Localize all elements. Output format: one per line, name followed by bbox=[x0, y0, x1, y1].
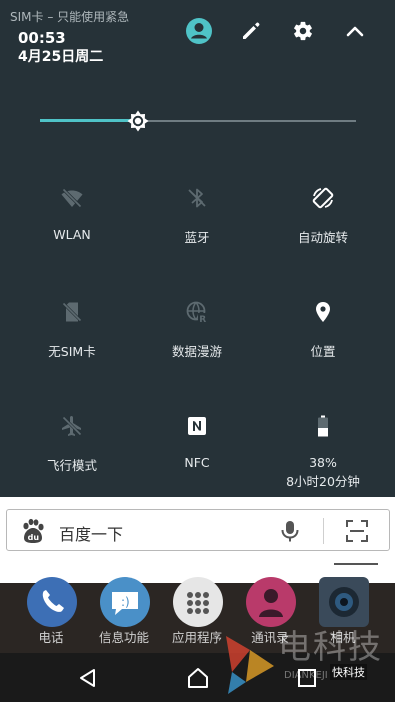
brightness-thumb[interactable] bbox=[126, 109, 150, 133]
camera-icon bbox=[319, 577, 369, 627]
bluetooth-off-icon bbox=[188, 188, 206, 208]
app-camera-label: 相机 bbox=[330, 630, 356, 645]
tile-location[interactable]: 位置 bbox=[263, 300, 383, 380]
tile-data-roaming[interactable]: R 数据漫游 bbox=[137, 300, 257, 380]
tile-bluetooth-label: 蓝牙 bbox=[184, 230, 210, 245]
edit-button[interactable] bbox=[236, 16, 266, 46]
panel-handle bbox=[334, 563, 378, 565]
back-icon bbox=[80, 669, 95, 687]
collapse-icon bbox=[346, 26, 364, 37]
recents-icon bbox=[298, 669, 316, 687]
search-divider bbox=[323, 518, 324, 544]
location-icon bbox=[316, 302, 330, 322]
tile-airplane-mode[interactable]: 飞行模式 bbox=[12, 414, 132, 494]
account-icon bbox=[186, 18, 212, 44]
tile-auto-rotate[interactable]: 自动旋转 bbox=[263, 186, 383, 266]
phone-icon bbox=[27, 577, 77, 627]
baidu-du-icon: du bbox=[23, 518, 44, 543]
tile-battery-time: 8小时20分钟 bbox=[286, 474, 360, 489]
contacts-icon bbox=[246, 577, 296, 627]
account-button[interactable] bbox=[184, 16, 214, 46]
svg-text:du: du bbox=[28, 533, 40, 542]
no-sim-icon bbox=[61, 301, 83, 323]
tile-bluetooth[interactable]: 蓝牙 bbox=[137, 186, 257, 266]
svg-text:R: R bbox=[199, 315, 206, 324]
settings-button[interactable] bbox=[288, 16, 318, 46]
battery-icon bbox=[318, 415, 328, 437]
tile-auto-rotate-label: 自动旋转 bbox=[297, 230, 348, 245]
home-button[interactable] bbox=[183, 663, 213, 693]
search-widget: du 百度一下 bbox=[0, 497, 395, 583]
airplane-icon bbox=[61, 415, 83, 437]
app-messages-label: 信息功能 bbox=[98, 630, 149, 645]
carrier-status: SIM卡 – 只能使用紧急 bbox=[10, 10, 130, 24]
back-button[interactable] bbox=[73, 663, 103, 693]
edit-icon bbox=[243, 22, 260, 39]
tile-wlan-label: WLAN bbox=[53, 227, 91, 242]
home-dock: 电话 :) 信息功能 应用程序 通讯录 相机 bbox=[0, 577, 395, 653]
tile-battery[interactable]: 38% 8小时20分钟 bbox=[263, 414, 383, 494]
settings-icon bbox=[294, 21, 312, 41]
search-placeholder[interactable]: 百度一下 bbox=[59, 521, 123, 545]
tile-location-label: 位置 bbox=[310, 344, 336, 359]
app-drawer-label: 应用程序 bbox=[171, 630, 222, 645]
auto-rotate-icon bbox=[312, 187, 334, 209]
brightness-fill bbox=[40, 119, 138, 122]
search-box[interactable]: du 百度一下 bbox=[6, 509, 390, 551]
clock-date[interactable]: 4月25日周二 bbox=[18, 46, 103, 66]
collapse-button[interactable] bbox=[340, 16, 370, 46]
app-phone-label: 电话 bbox=[38, 630, 64, 645]
messages-icon: :) bbox=[100, 577, 150, 627]
roaming-icon: R bbox=[186, 301, 208, 324]
home-icon bbox=[188, 668, 208, 688]
tile-no-sim[interactable]: 无SIM卡 bbox=[12, 300, 132, 380]
microphone-icon[interactable] bbox=[279, 519, 301, 543]
scan-icon[interactable] bbox=[345, 519, 369, 543]
tile-data-roaming-label: 数据漫游 bbox=[171, 344, 222, 359]
wifi-off-icon bbox=[61, 187, 83, 209]
tile-nfc-label: NFC bbox=[184, 455, 210, 470]
nfc-icon bbox=[188, 417, 206, 435]
tile-battery-percent: 38% bbox=[309, 455, 337, 470]
app-contacts-label: 通讯录 bbox=[251, 630, 289, 645]
quick-settings-panel: SIM卡 – 只能使用紧急 00:53 4月25日周二 WLAN 蓝牙 自动旋转… bbox=[0, 0, 395, 497]
recents-button[interactable] bbox=[292, 663, 322, 693]
app-drawer-icon bbox=[173, 577, 223, 627]
clock-time: 00:53 bbox=[18, 29, 66, 47]
brightness-slider[interactable] bbox=[40, 104, 356, 138]
tile-no-sim-label: 无SIM卡 bbox=[48, 344, 96, 359]
navigation-bar bbox=[0, 653, 395, 702]
brightness-icon bbox=[127, 110, 149, 132]
tile-airplane-mode-label: 飞行模式 bbox=[46, 458, 97, 473]
svg-text::): :) bbox=[121, 595, 130, 609]
tile-wlan[interactable]: WLAN bbox=[12, 186, 132, 266]
tile-nfc[interactable]: NFC bbox=[137, 414, 257, 494]
